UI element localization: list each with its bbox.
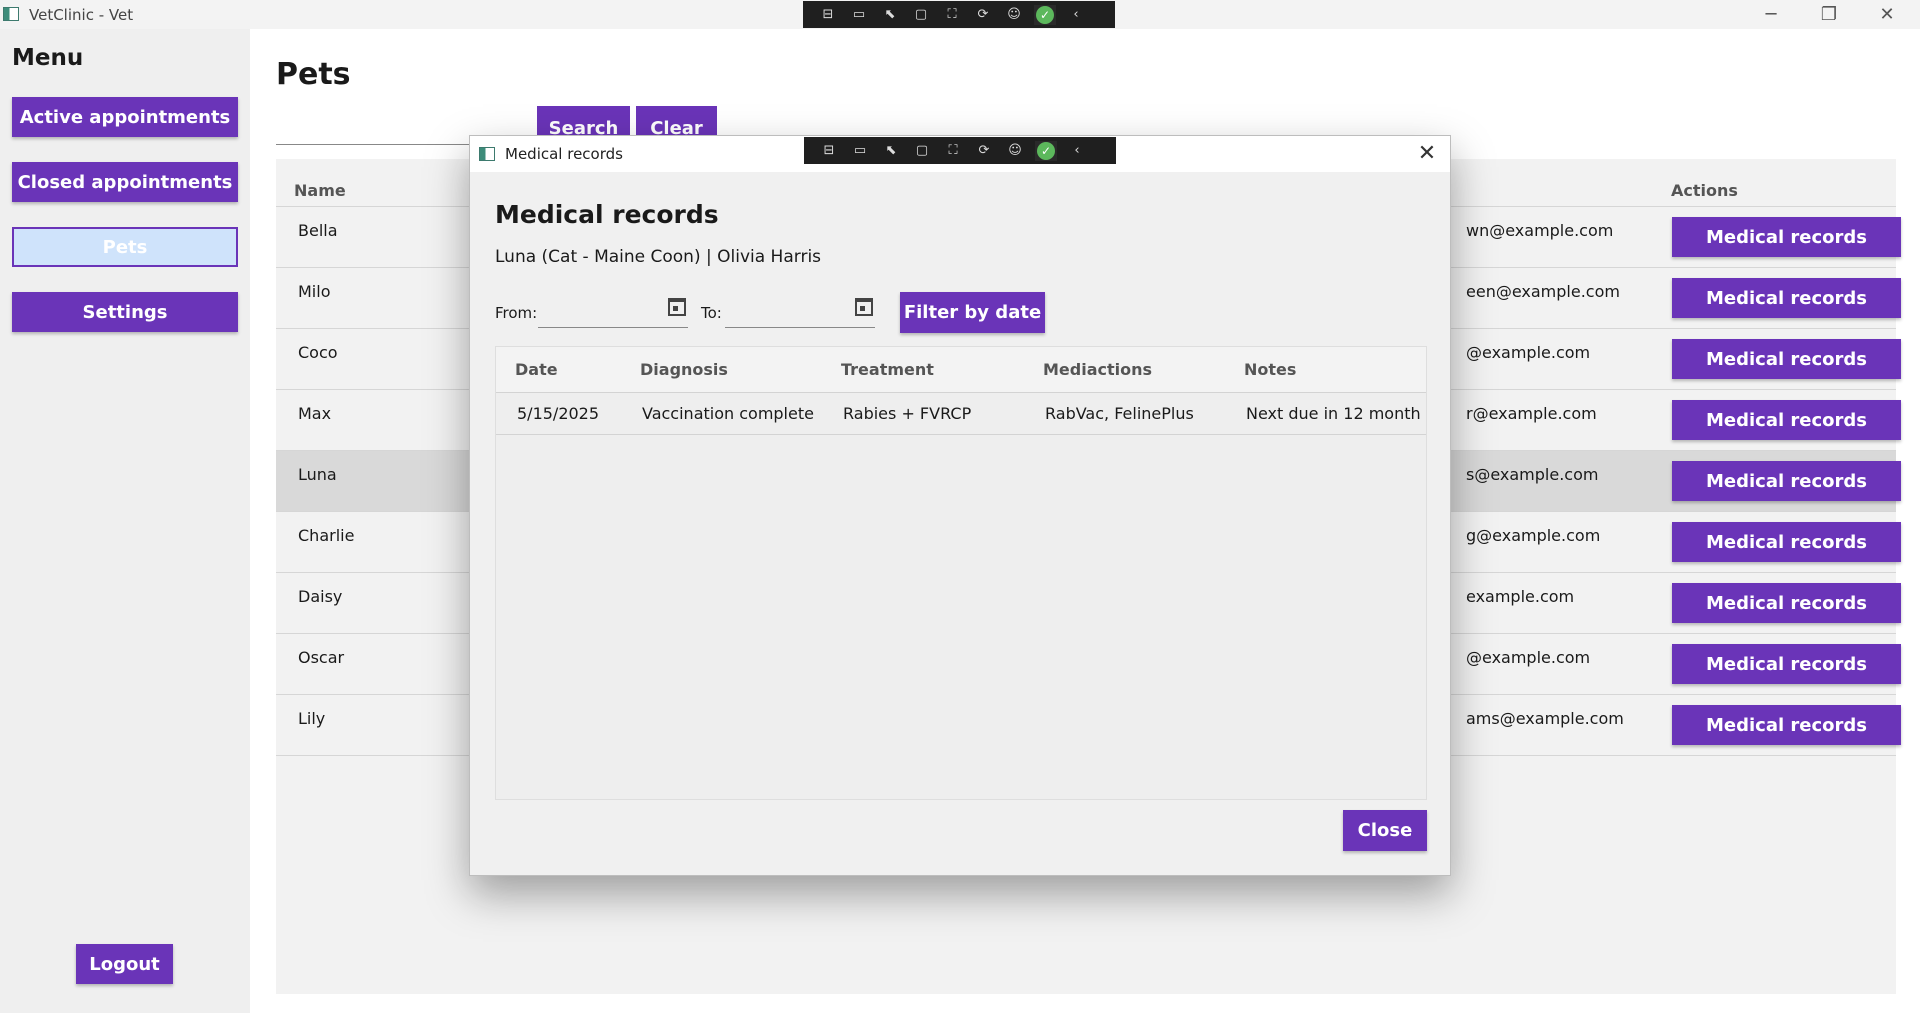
display-layout-adorners-icon[interactable]: ▢ — [910, 5, 932, 25]
pet-name: Daisy — [298, 587, 343, 606]
pet-name: Max — [298, 404, 332, 423]
pet-name: Lily — [298, 709, 326, 728]
medical-records-button[interactable]: Medical records — [1672, 400, 1901, 440]
column-header-date[interactable]: Date — [515, 360, 558, 379]
owner-email: een@example.com — [1466, 282, 1620, 301]
collapse-icon[interactable]: ‹ — [1066, 141, 1088, 161]
binding-ok-icon[interactable]: ✓ — [1034, 4, 1056, 25]
column-header-actions: Actions — [1671, 181, 1738, 200]
dialog-window-title: Medical records — [505, 145, 623, 163]
owner-email: @example.com — [1466, 343, 1591, 362]
select-element-icon[interactable]: ⬉ — [880, 141, 902, 161]
maximize-button[interactable]: ❐ — [1800, 0, 1858, 29]
medical-records-button[interactable]: Medical records — [1672, 278, 1901, 318]
nav-active-appointments-button[interactable]: Active appointments — [12, 97, 238, 137]
pet-name: Milo — [298, 282, 331, 301]
column-header-medications[interactable]: Mediactions — [1043, 360, 1152, 379]
track-focus-icon[interactable]: ⛶ — [941, 5, 963, 25]
to-label: To: — [701, 304, 722, 322]
medical-records-button[interactable]: Medical records — [1672, 705, 1901, 745]
pet-name: Coco — [298, 343, 338, 362]
dialog-close-icon[interactable]: ✕ — [1414, 140, 1440, 166]
live-tree-icon[interactable]: ⊟ — [817, 5, 839, 25]
pet-name: Bella — [298, 221, 338, 240]
video-icon[interactable]: ▭ — [848, 5, 870, 25]
column-header-treatment[interactable]: Treatment — [841, 360, 934, 379]
owner-email: r@example.com — [1466, 404, 1597, 423]
close-window-button[interactable]: ✕ — [1858, 0, 1916, 29]
medical-records-dialog: Medical records ✕ ⊟ ▭ ⬉ ▢ ⛶ ⟳ ☺ ✓ ‹ Medi… — [469, 135, 1451, 876]
medical-records-button[interactable]: Medical records — [1672, 644, 1901, 684]
record-notes: Next due in 12 month — [1246, 404, 1421, 423]
owner-email: ams@example.com — [1466, 709, 1624, 728]
app-icon — [3, 7, 19, 21]
from-label: From: — [495, 304, 538, 322]
minimize-button[interactable]: ─ — [1742, 0, 1800, 29]
record-diagnosis: Vaccination complete — [642, 404, 814, 423]
medical-records-button[interactable]: Medical records — [1672, 522, 1901, 562]
owner-email: example.com — [1466, 587, 1575, 606]
sidebar: Menu Active appointments Closed appointm… — [0, 29, 250, 1013]
column-header-notes[interactable]: Notes — [1244, 360, 1296, 379]
dialog-heading: Medical records — [495, 200, 719, 229]
menu-title: Menu — [12, 45, 84, 71]
calendar-icon[interactable] — [855, 298, 873, 316]
calendar-icon[interactable] — [668, 298, 686, 316]
medical-records-button[interactable]: Medical records — [1672, 339, 1901, 379]
medical-records-table: Date Diagnosis Treatment Mediactions Not… — [495, 346, 1427, 800]
hot-reload-icon[interactable]: ⟳ — [972, 5, 994, 25]
pet-name: Charlie — [298, 526, 355, 545]
select-element-icon[interactable]: ⬉ — [879, 5, 901, 25]
dialog-debug-toolbar: ⊟ ▭ ⬉ ▢ ⛶ ⟳ ☺ ✓ ‹ — [804, 137, 1116, 164]
owner-email: wn@example.com — [1466, 221, 1614, 240]
column-header-name: Name — [294, 181, 346, 200]
video-icon[interactable]: ▭ — [849, 141, 871, 161]
debug-toolbar: ⊟ ▭ ⬉ ▢ ⛶ ⟳ ☺ ✓ ‹ — [803, 1, 1115, 28]
pet-name: Oscar — [298, 648, 345, 667]
window-title: VetClinic - Vet — [29, 6, 134, 24]
collapse-icon[interactable]: ‹ — [1065, 5, 1087, 25]
owner-email: s@example.com — [1466, 465, 1599, 484]
accessibility-icon[interactable]: ☺ — [1004, 141, 1026, 161]
table-header: Date Diagnosis Treatment Mediactions Not… — [496, 347, 1426, 393]
nav-settings-button[interactable]: Settings — [12, 292, 238, 332]
medical-records-button[interactable]: Medical records — [1672, 461, 1901, 501]
from-date-picker[interactable] — [538, 292, 688, 328]
pet-owner-summary: Luna (Cat - Maine Coon) | Olivia Harris — [495, 247, 822, 267]
column-header-diagnosis[interactable]: Diagnosis — [640, 360, 728, 379]
close-button[interactable]: Close — [1343, 810, 1427, 851]
track-focus-icon[interactable]: ⛶ — [942, 141, 964, 161]
logout-button[interactable]: Logout — [76, 944, 173, 984]
table-row[interactable]: 5/15/2025 Vaccination complete Rabies + … — [496, 393, 1426, 435]
nav-closed-appointments-button[interactable]: Closed appointments — [12, 162, 238, 202]
owner-email: @example.com — [1466, 648, 1591, 667]
to-date-picker[interactable] — [725, 292, 875, 328]
record-treatment: Rabies + FVRCP — [843, 404, 972, 423]
display-layout-adorners-icon[interactable]: ▢ — [911, 141, 933, 161]
binding-ok-icon[interactable]: ✓ — [1035, 140, 1057, 161]
page-title: Pets — [276, 57, 351, 92]
hot-reload-icon[interactable]: ⟳ — [973, 141, 995, 161]
dialog-app-icon — [479, 147, 495, 161]
owner-email: g@example.com — [1466, 526, 1601, 545]
medical-records-button[interactable]: Medical records — [1672, 217, 1901, 257]
record-medications: RabVac, FelinePlus — [1045, 404, 1194, 423]
record-date: 5/15/2025 — [517, 404, 600, 423]
medical-records-button[interactable]: Medical records — [1672, 583, 1901, 623]
accessibility-icon[interactable]: ☺ — [1003, 5, 1025, 25]
filter-by-date-button[interactable]: Filter by date — [900, 292, 1045, 333]
live-tree-icon[interactable]: ⊟ — [818, 141, 840, 161]
nav-pets-button[interactable]: Pets — [12, 227, 238, 267]
pet-name: Luna — [298, 465, 337, 484]
